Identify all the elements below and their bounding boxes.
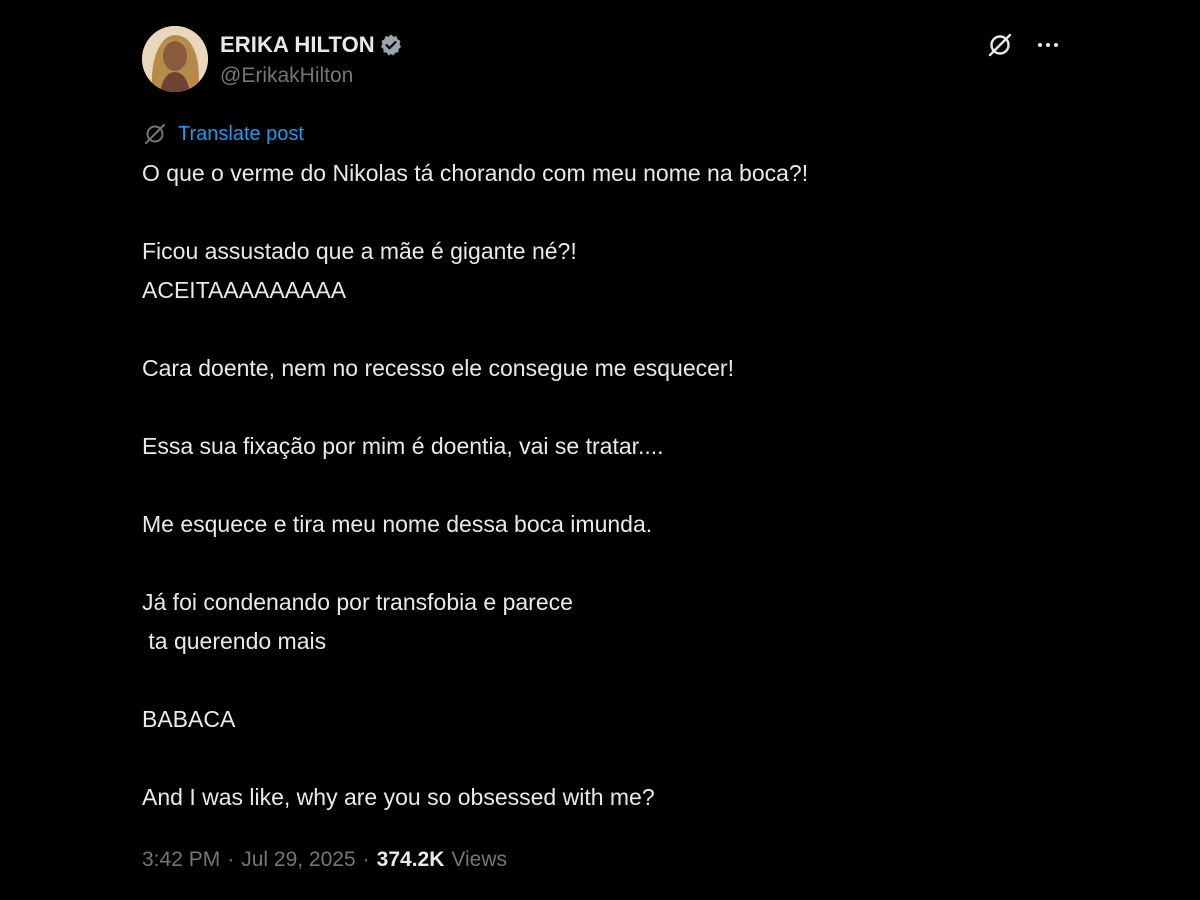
grok-icon[interactable] [986, 31, 1014, 59]
display-name-row: ERIKA HILTON [220, 32, 403, 58]
display-name[interactable]: ERIKA HILTON [220, 32, 375, 58]
post-header: ERIKA HILTON @ErikakHilton [142, 26, 1072, 96]
post: ERIKA HILTON @ErikakHilton Translate pos… [142, 26, 1072, 871]
post-date[interactable]: Jul 29, 2025 [241, 848, 355, 872]
avatar-image [142, 26, 208, 92]
header-actions [986, 31, 1062, 59]
post-text-line: Essa sua fixação por mim é doentia, vai … [142, 433, 664, 459]
post-text-line: Me esquece e tira meu nome dessa boca im… [142, 511, 653, 537]
post-text-line: ACEITAAAAAAAAA [142, 277, 347, 303]
post-meta: 3:42 PM · Jul 29, 2025 · 374.2K Views [142, 848, 507, 872]
more-icon[interactable] [1034, 31, 1062, 59]
post-text-line: Ficou assustado que a mãe é gigante né?! [142, 238, 577, 264]
views-count[interactable]: 374.2K [377, 848, 445, 872]
post-text-line: O que o verme do Nikolas tá chorando com… [142, 160, 809, 186]
post-text-line: Já foi condenando por transfobia e parec… [142, 589, 573, 615]
avatar[interactable] [142, 26, 208, 92]
post-body: O que o verme do Nikolas tá chorando com… [142, 154, 1062, 817]
verified-badge-icon[interactable] [379, 33, 403, 57]
meta-separator: · [362, 848, 370, 871]
meta-separator: · [227, 848, 235, 871]
translate-row: Translate post [142, 122, 304, 146]
author-names: ERIKA HILTON @ErikakHilton [220, 32, 403, 88]
post-text-line: ta querendo mais [142, 628, 327, 654]
post-text-line: Cara doente, nem no recesso ele consegue… [142, 355, 734, 381]
post-time[interactable]: 3:42 PM [142, 848, 220, 872]
post-text-line: And I was like, why are you so obsessed … [142, 784, 655, 810]
translate-icon [142, 121, 168, 147]
views-label: Views [451, 848, 508, 871]
author-handle[interactable]: @ErikakHilton [220, 64, 403, 88]
post-text-line: BABACA [142, 706, 236, 732]
translate-post-link[interactable]: Translate post [178, 123, 304, 146]
